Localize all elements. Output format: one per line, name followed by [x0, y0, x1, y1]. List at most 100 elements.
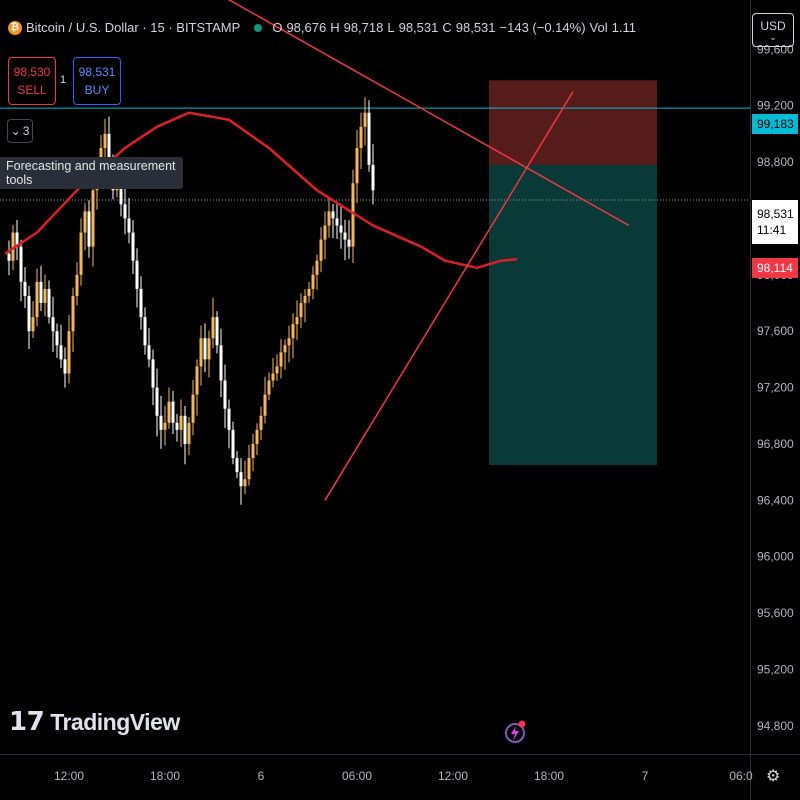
logo-text: TradingView: [50, 708, 180, 735]
candle-body: [327, 211, 331, 226]
gear-icon[interactable]: ⚙: [766, 766, 780, 786]
y-tick-label: 96,800: [757, 437, 794, 451]
candle-body: [223, 380, 227, 409]
symbol-header[interactable]: ₿ Bitcoin / U.S. Dollar · 15 · BITSTAMP …: [8, 20, 636, 35]
candle-body: [103, 133, 107, 148]
buy-button[interactable]: 98,531 BUY: [73, 57, 121, 105]
low-label: L: [387, 20, 395, 35]
candle-body: [239, 472, 243, 487]
candle-body: [191, 394, 195, 423]
candle-body: [315, 260, 319, 275]
x-tick-label: 18:00: [534, 769, 564, 783]
candle-body: [235, 458, 239, 473]
high-label: H: [330, 20, 340, 35]
candle-body: [203, 338, 207, 360]
close-value: 98,531: [455, 20, 496, 35]
symbol-title[interactable]: Bitcoin / U.S. Dollar · 15 · BITSTAMP: [26, 20, 240, 35]
indicators-collapse-button[interactable]: ⌄ 3: [7, 119, 33, 143]
candle-body: [67, 331, 71, 374]
candle-body: [371, 164, 375, 191]
candle-body: [339, 225, 343, 233]
x-tick-label: 12:00: [54, 769, 84, 783]
candle-body: [135, 260, 139, 289]
candle-body: [343, 232, 347, 240]
last-price: 98,531: [757, 207, 794, 221]
candle-body: [355, 147, 359, 184]
candle-body: [311, 274, 315, 289]
candle-body: [31, 317, 35, 332]
candle-body: [55, 331, 59, 346]
candle-body: [71, 295, 75, 332]
sell-button[interactable]: 98,530 SELL: [8, 57, 56, 105]
candle-body: [295, 317, 299, 325]
chevron-down-icon: ⌄: [10, 124, 21, 138]
sell-price: 98,530: [13, 65, 51, 79]
candle-body: [227, 408, 231, 430]
candle-body: [303, 295, 307, 304]
candle-body: [183, 415, 187, 444]
flash-icon[interactable]: [503, 717, 529, 747]
candle-body: [219, 345, 223, 381]
y-tick-label: 96,400: [757, 493, 794, 507]
currency-button[interactable]: USD ⌄: [752, 13, 794, 47]
candle-body: [359, 126, 363, 148]
high-value: 98,718: [343, 20, 384, 35]
order-quantity[interactable]: 1: [60, 74, 66, 86]
take-profit-zone: [489, 164, 657, 466]
y-tick-label: 95,200: [757, 662, 794, 676]
candle-body: [323, 225, 327, 240]
candle-body: [287, 338, 291, 346]
candle-body: [251, 443, 255, 459]
tooltip-text: Forecasting and measurement tools: [6, 159, 176, 187]
candle-body: [275, 366, 279, 374]
last-price-tag: 98,531 11:41: [752, 200, 798, 244]
sell-label: SELL: [17, 83, 47, 97]
x-tick-label: 18:00: [150, 769, 180, 783]
candle-body: [127, 218, 131, 233]
candle-body: [283, 345, 287, 353]
candle-body: [195, 366, 199, 395]
volume-value: 1.11: [611, 20, 636, 35]
candle-body: [91, 190, 95, 247]
candle-body: [23, 281, 27, 296]
candle-body: [247, 458, 251, 480]
price-chart[interactable]: 99,60099,20098,80098,40098,00097,60097,2…: [0, 0, 800, 800]
candle-body: [63, 359, 67, 374]
ma-price-tag: 98,114: [752, 258, 798, 278]
candle-body: [79, 232, 83, 275]
x-tick-label: 06:00: [342, 769, 372, 783]
candle-body: [267, 380, 271, 395]
volume-label: Vol: [589, 20, 608, 35]
candle-body: [131, 232, 135, 261]
candle-body: [143, 317, 147, 346]
candle-body: [299, 303, 303, 318]
hline-price-tag[interactable]: 99,183: [752, 114, 798, 134]
candle-body: [59, 345, 63, 360]
x-tick-label: 7: [642, 769, 649, 783]
candle-body: [215, 317, 219, 346]
position-zones: [489, 80, 657, 466]
candle-body: [271, 373, 275, 381]
candle-body: [263, 394, 267, 416]
candle-body: [331, 211, 335, 219]
candle-body: [51, 317, 55, 332]
candle-body: [147, 345, 151, 360]
change-value: −143 (−0.14%): [499, 20, 586, 35]
y-tick-label: 94,800: [757, 719, 794, 733]
y-tick-label: 96,000: [757, 550, 794, 564]
low-value: 98,531: [398, 20, 439, 35]
candle-body: [19, 246, 23, 282]
bitcoin-icon: ₿: [8, 20, 22, 35]
hline-price: 99,183: [757, 117, 794, 131]
candle-body: [187, 422, 191, 444]
candle-body: [75, 274, 79, 296]
y-tick-label: 95,600: [757, 606, 794, 620]
candle-body: [159, 415, 163, 430]
y-tick-label: 99,200: [757, 99, 794, 113]
candle-body: [39, 281, 43, 304]
candle-body: [139, 288, 143, 318]
candle-body: [211, 317, 215, 339]
candle-body: [27, 295, 31, 332]
indicator-count: 3: [22, 124, 30, 138]
tradingview-logo[interactable]: 17 TradingView: [9, 707, 180, 737]
